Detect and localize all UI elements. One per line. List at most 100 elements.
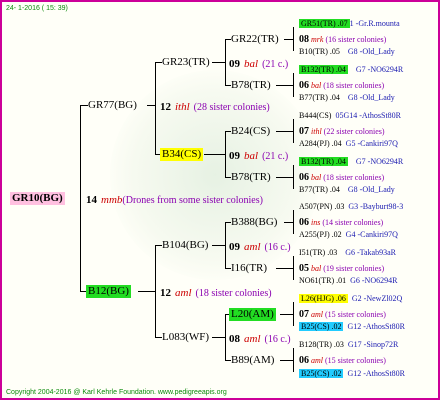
g4-bot[interactable]: B25(CS) .02 G12 -AthosSt80R	[299, 320, 405, 333]
g4-top-tail: G17 -Sinop72R	[347, 340, 399, 349]
g4-top[interactable]: GR51(TR) .07 1 -Gr.R.mounta	[299, 17, 400, 30]
connector	[293, 119, 294, 143]
connector	[276, 177, 293, 178]
connector	[276, 85, 293, 86]
connector	[293, 256, 294, 280]
g3-item[interactable]: I16(TR)	[231, 262, 267, 275]
g4-top[interactable]: A507(PN) .03 G3 -Bayburt98-3	[299, 200, 403, 213]
g4-bot[interactable]: NO61(TR) .01 G6 -NO6294R	[299, 274, 397, 287]
gen-note: (21 c.)	[262, 59, 289, 70]
g4-bot-id: B25(CS) .02	[299, 369, 344, 378]
g4-bot[interactable]: B25(CS) .02 G12 -AthosSt80R	[299, 367, 405, 380]
connector	[155, 245, 162, 246]
g4-bot[interactable]: B77(TR) .04 G8 -Old_Lady	[299, 91, 395, 104]
gen-name: aml	[311, 356, 323, 365]
g4-top-id: B128(TR) .03	[299, 340, 344, 349]
connector	[280, 314, 293, 315]
gen-name: bal	[311, 81, 322, 90]
date-header: 24- 1-2016 ( 15: 39)	[6, 5, 68, 12]
gen-name: ithl	[311, 127, 322, 136]
g3-item[interactable]: B388(BG)	[231, 216, 277, 229]
g4-bot[interactable]: A255(PJ) .02 G4 -Cankiri97Q	[299, 228, 398, 241]
g3-item[interactable]: GR22(TR)	[231, 33, 279, 46]
g4-bot-tail: G8 -Old_Lady	[347, 93, 395, 102]
g4-top[interactable]: B128(TR) .03 G17 -Sinop72R	[299, 338, 398, 351]
gen-name: aml	[244, 333, 261, 345]
g3-item[interactable]: L20(AM)	[229, 308, 276, 321]
connector	[293, 73, 294, 97]
g3-item[interactable]: B24(CS)	[231, 125, 270, 138]
g4-bot-id: B10(TR) .05	[299, 47, 340, 56]
g4-top[interactable]: L26(HJG) .06 G2 -NewZl02Q	[299, 292, 402, 305]
g4-bot-id: B77(TR) .04	[299, 185, 340, 194]
connector	[147, 105, 155, 106]
gen-name: bal	[311, 173, 322, 182]
gen-note: (18 sister colonies)	[195, 288, 272, 299]
gen-num: 06	[299, 172, 309, 183]
connector	[276, 131, 293, 132]
gen-num: 07	[299, 126, 309, 137]
gen-name: aml	[244, 241, 261, 253]
g3-drones: 09 bal (21 c.)	[229, 56, 288, 71]
gen-note: (18 sister colonies)	[323, 81, 385, 90]
root-queen[interactable]: GR10(BG)	[10, 192, 65, 205]
g4-top[interactable]: B444(CS) 05G14 -AthosSt80R	[299, 109, 401, 122]
gen-name: bal	[244, 150, 259, 162]
g4-top-id: B132(TR) .04	[299, 157, 348, 166]
g2-item[interactable]: L083(WF)	[162, 331, 209, 344]
g4-top-tail: G7 -NO6294R	[355, 65, 404, 74]
root-gen-num: 14	[86, 194, 97, 206]
g2-item[interactable]: B104(BG)	[162, 239, 208, 252]
g4-top-id: B444(CS)	[299, 111, 332, 120]
connector	[212, 337, 225, 338]
g4-top-id: I51(TR) .03	[299, 248, 338, 257]
root-note: (Drones from some sister colonies)	[122, 195, 263, 206]
g2-drones: 12 ithl (28 sister colonies)	[160, 99, 270, 114]
g4-bot-tail: G5 -Cankiri97Q	[345, 139, 398, 148]
connector	[284, 222, 293, 223]
g4-bot-id: B77(TR) .04	[299, 93, 340, 102]
connector	[155, 245, 156, 337]
connector	[204, 154, 225, 155]
root-gen-name: mmb	[101, 194, 123, 206]
connector	[155, 337, 162, 338]
g4-top[interactable]: B132(TR) .04 G7 -NO6294R	[299, 155, 403, 168]
gen-note: (18 sister colonies)	[323, 173, 385, 182]
g1-sire[interactable]: GR77(BG)	[88, 99, 137, 112]
connector	[80, 105, 88, 106]
gen-num: 06	[299, 217, 309, 228]
gen-num: 12	[160, 101, 171, 113]
g4-top-id: GR51(TR) .07	[299, 19, 350, 28]
connector	[225, 222, 226, 268]
g4-top-tail: 05G14 -AthosSt80R	[335, 111, 402, 120]
gen-note: (22 sister colonies)	[323, 127, 385, 136]
g3-item[interactable]: B78(TR)	[231, 171, 271, 184]
g3-drones: 09 aml (16 c.)	[229, 239, 291, 254]
gen-note: (16 sister colonies)	[325, 35, 387, 44]
g4-bot-tail: G8 -Old_Lady	[347, 47, 395, 56]
gen-num: 08	[299, 34, 309, 45]
g3-item[interactable]: B78(TR)	[231, 79, 271, 92]
g2-item[interactable]: B34(CS)	[160, 148, 204, 161]
g1-dam[interactable]: B12(BG)	[86, 285, 131, 298]
gen-num: 12	[160, 287, 171, 299]
g3-drones: 09 bal (21 c.)	[229, 148, 288, 163]
g4-bot-tail: G4 -Cankiri97Q	[345, 230, 398, 239]
copyright-footer: Copyright 2004-2016 @ Karl Kehrle Founda…	[6, 389, 227, 396]
g4-bot[interactable]: B77(TR) .04 G8 -Old_Lady	[299, 183, 395, 196]
connector	[280, 360, 293, 361]
g4-bot[interactable]: A284(PJ) .04 G5 -Cankiri97Q	[299, 137, 398, 150]
gen-num: 08	[229, 333, 240, 345]
connector	[225, 314, 226, 360]
connector	[293, 210, 294, 234]
g4-top[interactable]: B132(TR) .04 G7 -NO6294R	[299, 63, 403, 76]
g4-top-tail: G6 -Takab93aR	[345, 248, 396, 257]
g2-item[interactable]: GR23(TR)	[162, 56, 210, 69]
g3-item[interactable]: B89(AM)	[231, 354, 274, 367]
g1-dam-drones: 12 aml (18 sister colonies)	[160, 285, 272, 300]
g4-bot-tail: G12 -AthosSt80R	[347, 369, 406, 378]
g4-bot[interactable]: B10(TR) .05 G8 -Old_Lady	[299, 45, 395, 58]
gen-note: (15 sister colonies)	[325, 310, 386, 319]
g4-top[interactable]: I51(TR) .03 G6 -Takab93aR	[299, 246, 396, 259]
g3-drones: 08 aml (16 c.)	[229, 331, 291, 346]
